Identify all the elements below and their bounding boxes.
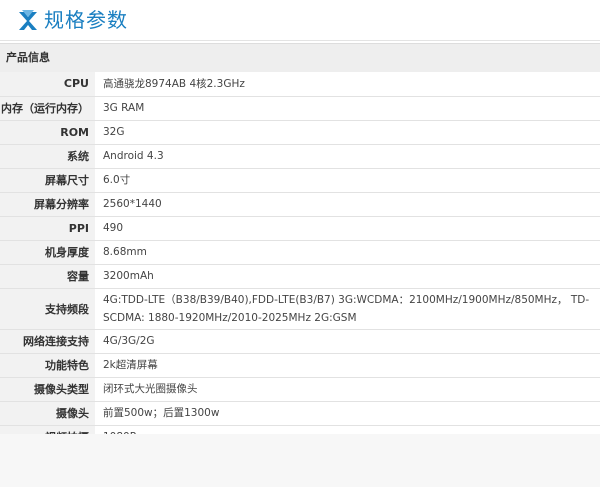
spec-value: 3G RAM [95, 96, 600, 121]
spec-value: 2k超清屏幕 [95, 353, 600, 378]
spec-key: 系统 [0, 144, 95, 169]
spec-value: 8.68mm [95, 240, 600, 265]
table-row: 屏幕尺寸 6.0寸 [0, 168, 600, 193]
spec-value: 4G:TDD-LTE（B38/B39/B40),FDD-LTE(B3/B7) 3… [95, 288, 600, 330]
table-row: ROM 32G [0, 120, 600, 145]
spec-value: 6.0寸 [95, 168, 600, 193]
spec-key: 网络连接支持 [0, 329, 95, 354]
spec-value: 490 [95, 216, 600, 241]
spec-value: Android 4.3 [95, 144, 600, 169]
section-header: 产品信息 [0, 43, 600, 73]
table-row: 摄像头类型 闭环式大光圈摄像头 [0, 377, 600, 402]
spec-key: CPU [0, 72, 95, 97]
spec-value: 32G [95, 120, 600, 145]
spec-value: 2560*1440 [95, 192, 600, 217]
table-row: CPU 高通骁龙8974AB 4核2.3GHz [0, 72, 600, 97]
table-row: 内存（运行内存） 3G RAM [0, 96, 600, 121]
table-row: 容量 3200mAh [0, 264, 600, 289]
section-title: 产品信息 [6, 51, 50, 64]
spec-key: ROM [0, 120, 95, 145]
table-row: 支持频段 4G:TDD-LTE（B38/B39/B40),FDD-LTE(B3/… [0, 288, 600, 330]
header-bar: 规格参数 [0, 0, 600, 41]
spec-value: 4G/3G/2G [95, 329, 600, 354]
table-row: 摄像头 前置500w；后置1300w [0, 401, 600, 426]
spec-value: 闭环式大光圈摄像头 [95, 377, 600, 402]
spec-key: 内存（运行内存） [0, 96, 95, 121]
page-title: 规格参数 [44, 8, 128, 32]
cross-logo-icon [19, 10, 37, 30]
table-row: 系统 Android 4.3 [0, 144, 600, 169]
spec-key: 功能特色 [0, 353, 95, 378]
spec-key: 容量 [0, 264, 95, 289]
table-row: 功能特色 2k超清屏幕 [0, 353, 600, 378]
spec-key: 摄像头类型 [0, 377, 95, 402]
footer-area [0, 434, 600, 487]
table-row: 网络连接支持 4G/3G/2G [0, 329, 600, 354]
spec-page: 规格参数 产品信息 CPU 高通骁龙8974AB 4核2.3GHz 内存（运行内… [0, 0, 600, 487]
spec-key: 屏幕尺寸 [0, 168, 95, 193]
spec-value: 3200mAh [95, 264, 600, 289]
spec-key: PPI [0, 216, 95, 241]
spec-key: 屏幕分辨率 [0, 192, 95, 217]
spec-key: 支持频段 [0, 288, 95, 330]
table-row: 机身厚度 8.68mm [0, 240, 600, 265]
spec-key: 摄像头 [0, 401, 95, 426]
spec-key: 机身厚度 [0, 240, 95, 265]
spec-table: CPU 高通骁龙8974AB 4核2.3GHz 内存（运行内存） 3G RAM … [0, 72, 600, 450]
table-row: PPI 490 [0, 216, 600, 241]
table-row: 屏幕分辨率 2560*1440 [0, 192, 600, 217]
spec-value: 高通骁龙8974AB 4核2.3GHz [95, 72, 600, 97]
spec-value: 前置500w；后置1300w [95, 401, 600, 426]
